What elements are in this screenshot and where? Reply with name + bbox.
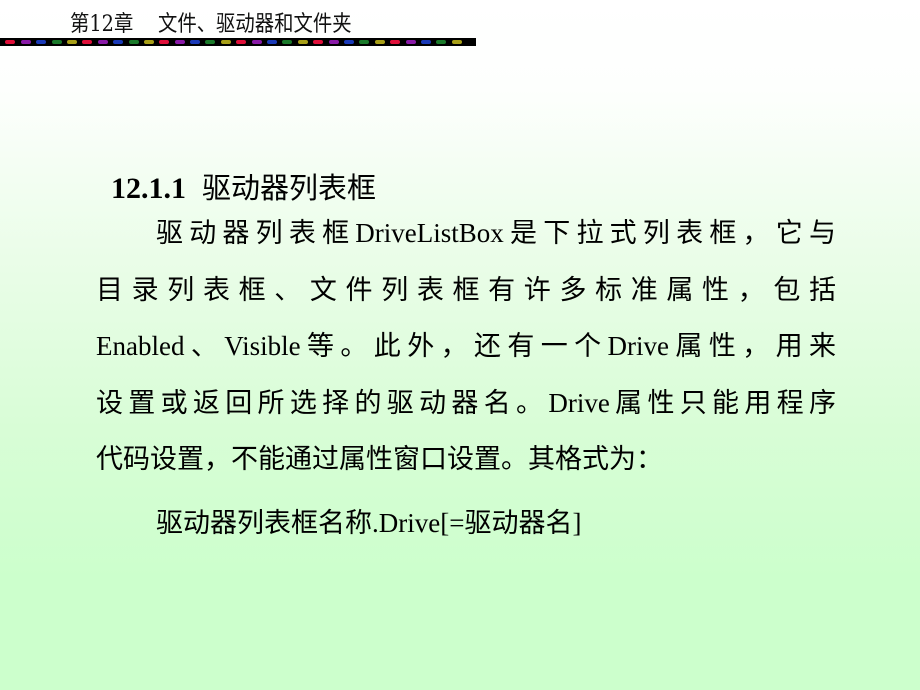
decorative-dot bbox=[236, 40, 247, 44]
decorative-dot bbox=[328, 40, 339, 44]
body-paragraph: 驱动器列表框DriveListBox是下拉式列表框，它与 目录列表框、文件列表框… bbox=[96, 205, 836, 488]
decorative-dot bbox=[390, 40, 401, 44]
decorative-dotted-bar bbox=[0, 38, 476, 46]
decorative-dot bbox=[420, 40, 431, 44]
decorative-dot bbox=[5, 40, 16, 44]
decorative-dot bbox=[20, 40, 31, 44]
decorative-dot bbox=[113, 40, 124, 44]
syntax-format: 驱动器列表框名称.Drive[=驱动器名] bbox=[156, 508, 582, 538]
decorative-dot bbox=[282, 40, 293, 44]
paragraph-line: 驱动器列表框DriveListBox是下拉式列表框，它与 bbox=[156, 218, 836, 248]
decorative-dot bbox=[220, 40, 231, 44]
decorative-dot bbox=[51, 40, 62, 44]
paragraph-line: 设置或返回所选择的驱动器名。Drive属性只能用程序 bbox=[96, 387, 836, 418]
decorative-dot bbox=[267, 40, 278, 44]
decorative-dot bbox=[251, 40, 262, 44]
decorative-dot bbox=[36, 40, 47, 44]
chapter-title: 第12章 文件、驱动器和文件夹 bbox=[70, 12, 352, 37]
decorative-dot bbox=[436, 40, 447, 44]
decorative-dot bbox=[405, 40, 416, 44]
decorative-dot bbox=[66, 40, 77, 44]
decorative-dot bbox=[374, 40, 385, 44]
paragraph-line: Enabled、Visible等。此外，还有一个Drive属性，用来 bbox=[96, 331, 836, 361]
decorative-dot bbox=[313, 40, 324, 44]
decorative-dot bbox=[82, 40, 93, 44]
section-title: 驱动器列表框 bbox=[202, 171, 377, 205]
decorative-dot bbox=[297, 40, 308, 44]
decorative-dot bbox=[359, 40, 370, 44]
section-number: 12.1.1 bbox=[111, 172, 186, 205]
decorative-dot bbox=[343, 40, 354, 44]
decorative-dot bbox=[128, 40, 139, 44]
paragraph-line: 代码设置，不能通过属性窗口设置。其格式为： bbox=[96, 444, 663, 474]
decorative-dot bbox=[451, 40, 462, 44]
decorative-dot bbox=[159, 40, 170, 44]
decorative-dot bbox=[174, 40, 185, 44]
decorative-dot bbox=[205, 40, 216, 44]
decorative-dot bbox=[97, 40, 108, 44]
decorative-dot bbox=[190, 40, 201, 44]
decorative-dot bbox=[143, 40, 154, 44]
paragraph-line: 目录列表框、文件列表框有许多标准属性，包括 bbox=[96, 274, 836, 305]
section-heading: 12.1.1 驱动器列表框 bbox=[96, 134, 376, 207]
